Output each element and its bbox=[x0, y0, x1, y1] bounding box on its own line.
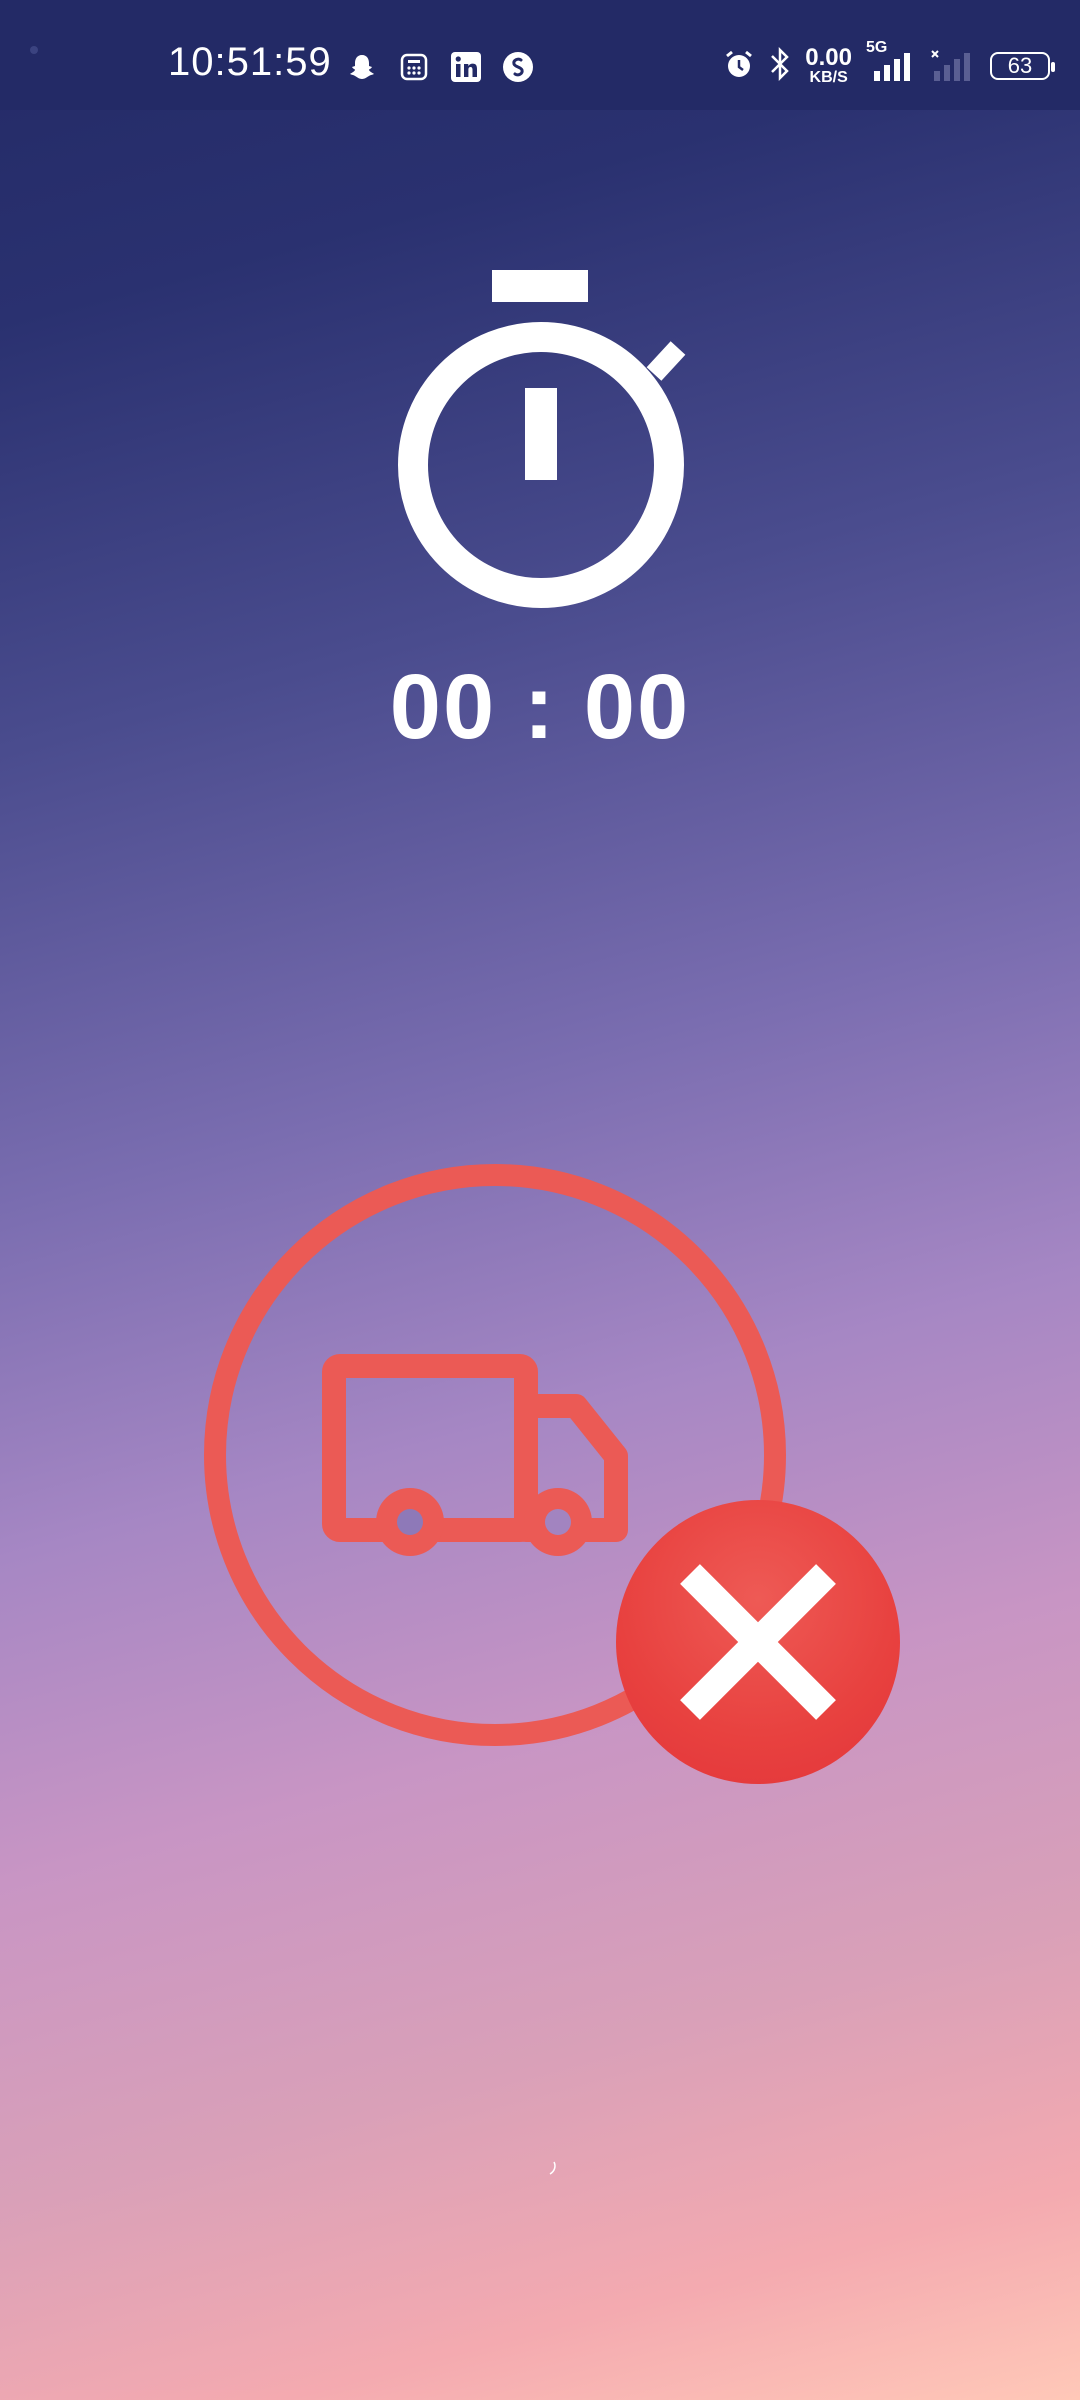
decorative-mark bbox=[548, 2160, 558, 2176]
status-dot bbox=[30, 46, 38, 54]
status-right: 0.00 KB/S 5G 63 bbox=[723, 39, 1055, 86]
battery-icon: 63 bbox=[990, 52, 1055, 80]
truck-icon bbox=[322, 1354, 628, 1556]
timer-display: 00 : 00 bbox=[389, 656, 691, 758]
stopwatch-icon bbox=[386, 270, 696, 620]
status-bar: 10:51:59 0.00 KB/S 5G 63 bbox=[0, 0, 1080, 110]
network-speed-value: 0.00 bbox=[805, 44, 852, 71]
alarm-icon bbox=[723, 48, 755, 85]
notification-icons bbox=[345, 50, 535, 84]
linkedin-icon bbox=[449, 50, 483, 84]
status-time: 10:51:59 bbox=[168, 40, 332, 84]
cancel-button[interactable] bbox=[616, 1500, 900, 1784]
network-speed-unit: KB/S bbox=[809, 69, 848, 86]
shazam-icon bbox=[501, 50, 535, 84]
network-speed: 0.00 KB/S bbox=[805, 46, 852, 86]
snapchat-icon bbox=[345, 50, 379, 84]
battery-level: 63 bbox=[1007, 53, 1033, 78]
signal-icon-secondary bbox=[930, 49, 976, 83]
close-icon bbox=[680, 1564, 836, 1720]
calculator-icon bbox=[397, 50, 431, 84]
signal-icon: 5G bbox=[866, 39, 916, 83]
bluetooth-icon bbox=[769, 46, 791, 86]
